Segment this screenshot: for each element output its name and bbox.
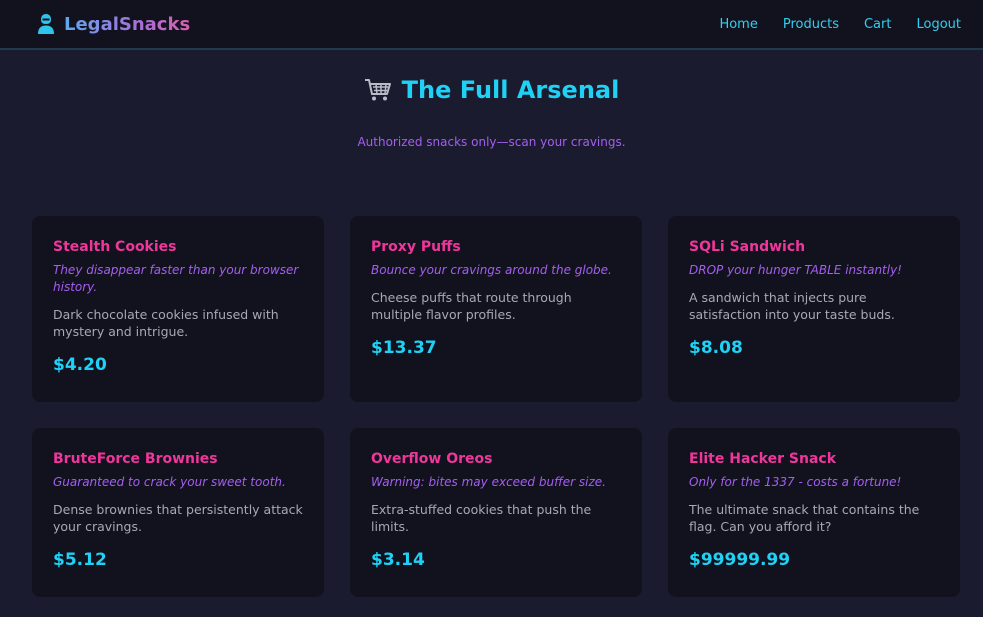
product-price: $8.08: [689, 338, 743, 358]
page-subtitle: Authorized snacks only—scan your craving…: [357, 135, 626, 149]
product-description: A sandwich that injects pure satisfactio…: [689, 290, 895, 322]
hacker-icon: [38, 14, 54, 34]
product-price: $3.14: [371, 550, 425, 570]
navbar: LegalSnacks Home Products Cart Logout: [0, 0, 983, 50]
product-card[interactable]: Proxy Puffs Bounce your cravings around …: [350, 216, 642, 402]
product-description: Dense brownies that persistently attack …: [53, 502, 303, 534]
product-name: SQLi Sandwich: [689, 239, 806, 255]
product-tagline: Bounce your cravings around the globe.: [371, 263, 612, 277]
nav-link-logout[interactable]: Logout: [916, 17, 961, 32]
product-name: Proxy Puffs: [371, 239, 461, 255]
product-tagline: DROP your hunger TABLE instantly!: [689, 263, 902, 277]
product-price: $4.20: [53, 355, 107, 375]
hero: The Full Arsenal Authorized snacks only—…: [0, 76, 983, 149]
product-description: Extra-stuffed cookies that push the limi…: [371, 502, 592, 534]
page-title: The Full Arsenal: [364, 76, 620, 104]
product-description: The ultimate snack that contains the fla…: [689, 502, 920, 534]
product-name: Elite Hacker Snack: [689, 451, 836, 467]
nav-link-home[interactable]: Home: [719, 17, 757, 32]
product-price: $5.12: [53, 550, 107, 570]
product-tagline: Warning: bites may exceed buffer size.: [371, 475, 606, 489]
product-description: Dark chocolate cookies infused with myst…: [53, 307, 279, 339]
product-price: $99999.99: [689, 550, 791, 570]
product-card[interactable]: SQLi Sandwich DROP your hunger TABLE ins…: [668, 216, 960, 402]
product-tagline: Guaranteed to crack your sweet tooth.: [53, 475, 286, 489]
product-card[interactable]: Elite Hacker Snack Only for the 1337 - c…: [668, 428, 960, 597]
product-name: BruteForce Brownies: [53, 451, 218, 467]
nav-link-products[interactable]: Products: [783, 17, 839, 32]
product-description: Cheese puffs that route through multiple…: [371, 290, 572, 322]
product-tagline: Only for the 1337 - costs a fortune!: [689, 475, 902, 489]
brand[interactable]: LegalSnacks: [36, 13, 190, 35]
product-name: Overflow Oreos: [371, 451, 493, 467]
product-tagline: They disappear faster than your browser …: [53, 263, 299, 294]
product-name: Stealth Cookies: [53, 239, 177, 255]
nav-link-cart[interactable]: Cart: [864, 17, 892, 32]
shopping-cart-icon: [364, 79, 391, 101]
product-card[interactable]: Stealth Cookies They disappear faster th…: [32, 216, 324, 402]
nav-links: Home Products Cart Logout: [719, 17, 961, 32]
page-title-text: The Full Arsenal: [401, 76, 620, 104]
product-price: $13.37: [371, 338, 437, 358]
product-card[interactable]: BruteForce Brownies Guaranteed to crack …: [32, 428, 324, 597]
brand-name: LegalSnacks: [64, 13, 191, 35]
product-card[interactable]: Overflow Oreos Warning: bites may exceed…: [350, 428, 642, 597]
